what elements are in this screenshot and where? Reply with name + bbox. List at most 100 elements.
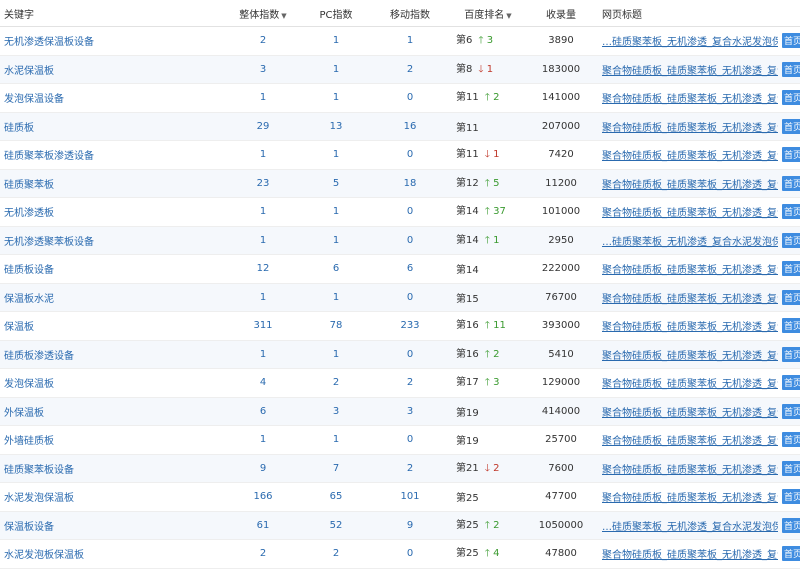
overall-index-link[interactable]: 1: [260, 149, 266, 160]
pc-index-link[interactable]: 1: [333, 149, 339, 160]
page-title-link[interactable]: 聚合物硅质板_硅质聚苯板_无机渗透_复合水泥: [602, 147, 778, 162]
header-baidu-rank[interactable]: 百度排名 ▼: [446, 0, 530, 27]
keyword-link[interactable]: 硅质板设备: [4, 265, 54, 276]
keyword-link[interactable]: 水泥发泡保温板: [4, 493, 74, 504]
keyword-link[interactable]: 发泡保温设备: [4, 94, 64, 105]
pc-index-link[interactable]: 52: [330, 520, 343, 531]
keyword-link[interactable]: 硅质聚苯板: [4, 180, 54, 191]
pc-index-link[interactable]: 1: [333, 434, 339, 445]
keyword-link[interactable]: 发泡保温板: [4, 379, 54, 390]
pc-index-link[interactable]: 1: [333, 206, 339, 217]
mobile-index-link[interactable]: 0: [407, 548, 413, 559]
overall-index-link[interactable]: 1: [260, 292, 266, 303]
keyword-link[interactable]: 保温板: [4, 322, 34, 333]
pc-index-link[interactable]: 1: [333, 64, 339, 75]
mobile-index-link[interactable]: 0: [407, 235, 413, 246]
header-keyword[interactable]: 关键字: [0, 0, 228, 27]
overall-index-link[interactable]: 2: [260, 35, 266, 46]
pc-index-link[interactable]: 7: [333, 463, 339, 474]
overall-index-link[interactable]: 3: [260, 64, 266, 75]
pc-index-link[interactable]: 2: [333, 548, 339, 559]
page-title-link[interactable]: 聚合物硅质板_硅质聚苯板_无机渗透_复合水泥: [602, 90, 778, 105]
overall-index-link[interactable]: 29: [257, 121, 270, 132]
mobile-index-link[interactable]: 101: [400, 491, 419, 502]
mobile-index-link[interactable]: 6: [407, 263, 413, 274]
header-indexed-count[interactable]: 收录量: [530, 0, 592, 27]
overall-index-link[interactable]: 4: [260, 377, 266, 388]
page-title-link[interactable]: 聚合物硅质板_硅质聚苯板_无机渗透_复合水泥: [602, 261, 778, 276]
mobile-index-link[interactable]: 9: [407, 520, 413, 531]
page-title-link[interactable]: …硅质聚苯板_无机渗透_复合水泥发泡保温板_: [602, 33, 778, 48]
page-title-link[interactable]: 聚合物硅质板_硅质聚苯板_无机渗透_复合水泥: [602, 318, 778, 333]
pc-index-link[interactable]: 1: [333, 292, 339, 303]
pc-index-link[interactable]: 3: [333, 406, 339, 417]
overall-index-link[interactable]: 2: [260, 548, 266, 559]
page-title-link[interactable]: 聚合物硅质板_硅质聚苯板_无机渗透_复合水泥: [602, 404, 778, 419]
mobile-index-link[interactable]: 0: [407, 349, 413, 360]
page-title-link[interactable]: 聚合物硅质板_硅质聚苯板_无机渗透_复合水泥: [602, 204, 778, 219]
header-pc-index[interactable]: PC指数: [298, 0, 374, 27]
sort-down-icon[interactable]: ▼: [281, 12, 286, 20]
mobile-index-link[interactable]: 0: [407, 206, 413, 217]
header-overall-index[interactable]: 整体指数 ▼: [228, 0, 298, 27]
page-title-link[interactable]: 聚合物硅质板_硅质聚苯板_无机渗透_复合水泥: [602, 347, 778, 362]
keyword-link[interactable]: 硅质板: [4, 123, 34, 134]
mobile-index-link[interactable]: 0: [407, 434, 413, 445]
page-title-link[interactable]: …硅质聚苯板_无机渗透_复合水泥发泡保温板_: [602, 233, 778, 248]
mobile-index-link[interactable]: 233: [400, 320, 419, 331]
keyword-link[interactable]: 硅质聚苯板设备: [4, 465, 74, 476]
page-title-link[interactable]: 聚合物硅质板_硅质聚苯板_无机渗透_复合水泥: [602, 461, 778, 476]
sort-down-icon[interactable]: ▼: [506, 12, 511, 20]
overall-index-link[interactable]: 1: [260, 206, 266, 217]
page-title-link[interactable]: 聚合物硅质板_硅质聚苯板_无机渗透_复合水泥: [602, 432, 778, 447]
overall-index-link[interactable]: 23: [257, 178, 270, 189]
pc-index-link[interactable]: 65: [330, 491, 343, 502]
mobile-index-link[interactable]: 2: [407, 377, 413, 388]
page-title-link[interactable]: 聚合物硅质板_硅质聚苯板_无机渗透_复合水泥: [602, 176, 778, 191]
overall-index-link[interactable]: 6: [260, 406, 266, 417]
pc-index-link[interactable]: 1: [333, 35, 339, 46]
mobile-index-link[interactable]: 0: [407, 149, 413, 160]
page-title-link[interactable]: 聚合物硅质板_硅质聚苯板_无机渗透_复合水泥: [602, 546, 778, 561]
pc-index-link[interactable]: 13: [330, 121, 343, 132]
page-title-link[interactable]: 聚合物硅质板_硅质聚苯板_无机渗透_复合水泥: [602, 489, 778, 504]
page-title-link[interactable]: 聚合物硅质板_硅质聚苯板_无机渗透_复合水泥: [602, 119, 778, 134]
keyword-link[interactable]: 无机渗透板: [4, 208, 54, 219]
keyword-link[interactable]: 保温板设备: [4, 522, 54, 533]
keyword-link[interactable]: 水泥发泡板保温板: [4, 550, 84, 561]
mobile-index-link[interactable]: 18: [404, 178, 417, 189]
mobile-index-link[interactable]: 1: [407, 35, 413, 46]
overall-index-link[interactable]: 311: [253, 320, 272, 331]
keyword-link[interactable]: 无机渗透保温板设备: [4, 37, 94, 48]
pc-index-link[interactable]: 1: [333, 235, 339, 246]
mobile-index-link[interactable]: 16: [404, 121, 417, 132]
overall-index-link[interactable]: 1: [260, 92, 266, 103]
keyword-link[interactable]: 水泥保温板: [4, 66, 54, 77]
overall-index-link[interactable]: 12: [257, 263, 270, 274]
mobile-index-link[interactable]: 2: [407, 64, 413, 75]
page-title-link[interactable]: 聚合物硅质板_硅质聚苯板_无机渗透_复合水泥: [602, 290, 778, 305]
page-title-link[interactable]: …硅质聚苯板_无机渗透_复合水泥发泡保温板_: [602, 518, 778, 533]
overall-index-link[interactable]: 1: [260, 349, 266, 360]
header-mobile-index[interactable]: 移动指数: [374, 0, 446, 27]
pc-index-link[interactable]: 78: [330, 320, 343, 331]
keyword-link[interactable]: 硅质板渗透设备: [4, 351, 74, 362]
mobile-index-link[interactable]: 3: [407, 406, 413, 417]
overall-index-link[interactable]: 1: [260, 434, 266, 445]
pc-index-link[interactable]: 5: [333, 178, 339, 189]
page-title-link[interactable]: 聚合物硅质板_硅质聚苯板_无机渗透_复合水泥: [602, 62, 778, 77]
mobile-index-link[interactable]: 2: [407, 463, 413, 474]
overall-index-link[interactable]: 1: [260, 235, 266, 246]
keyword-link[interactable]: 无机渗透聚苯板设备: [4, 237, 94, 248]
pc-index-link[interactable]: 6: [333, 263, 339, 274]
pc-index-link[interactable]: 1: [333, 92, 339, 103]
keyword-link[interactable]: 外保温板: [4, 408, 44, 419]
keyword-link[interactable]: 硅质聚苯板渗透设备: [4, 151, 94, 162]
mobile-index-link[interactable]: 0: [407, 92, 413, 103]
pc-index-link[interactable]: 2: [333, 377, 339, 388]
page-title-link[interactable]: 聚合物硅质板_硅质聚苯板_无机渗透_复合水泥: [602, 375, 778, 390]
overall-index-link[interactable]: 61: [257, 520, 270, 531]
overall-index-link[interactable]: 166: [253, 491, 272, 502]
mobile-index-link[interactable]: 0: [407, 292, 413, 303]
keyword-link[interactable]: 保温板水泥: [4, 294, 54, 305]
